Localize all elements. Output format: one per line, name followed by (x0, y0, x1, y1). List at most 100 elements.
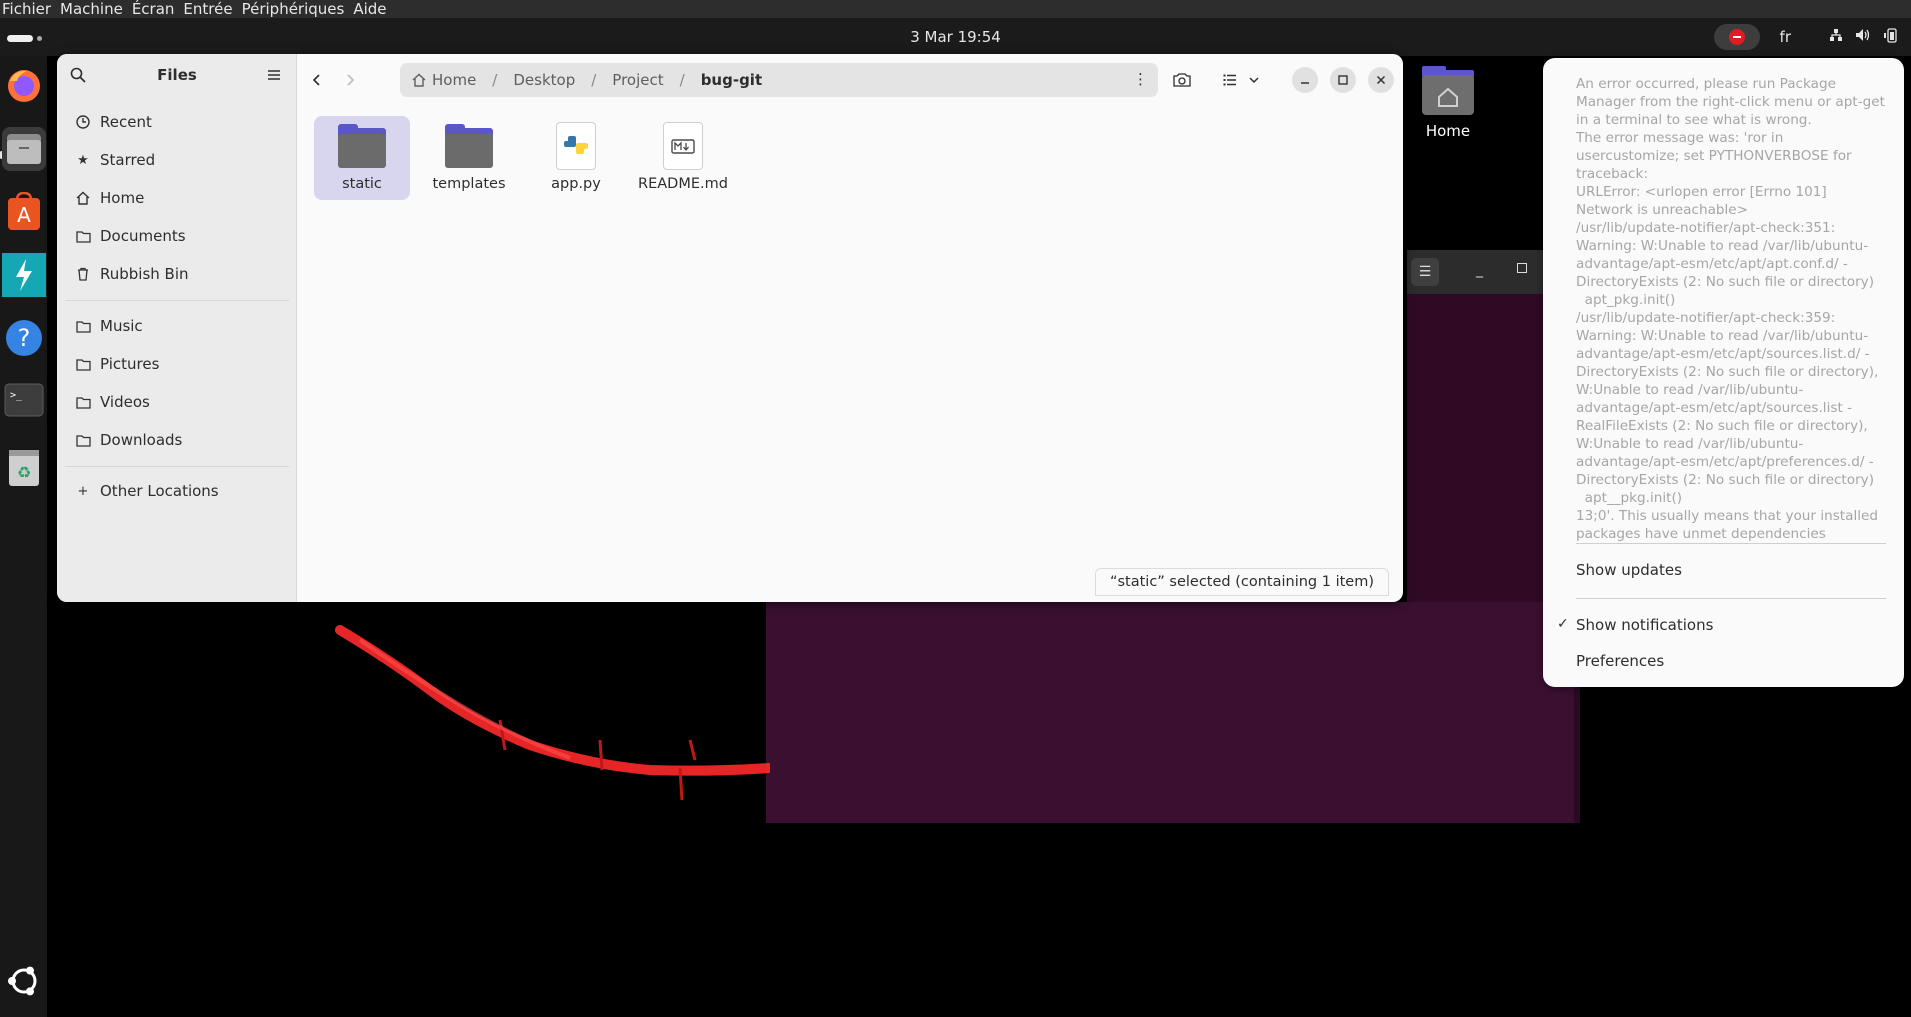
home-icon (75, 190, 91, 206)
file-item-readme-md[interactable]: README.md (635, 116, 731, 200)
folder-icon (75, 318, 91, 334)
files-window: Files Recent ★ Starred Home Documents Ru… (57, 54, 1403, 602)
file-item-label: templates (432, 176, 506, 192)
show-updates-menu-item[interactable]: Show updates (1576, 561, 1682, 579)
sidebar-item-other-locations[interactable]: + Other Locations (65, 473, 289, 509)
home-folder-icon (1420, 64, 1476, 116)
minimize-icon[interactable]: _ (1476, 262, 1483, 278)
maximize-button[interactable] (1330, 67, 1356, 93)
help-icon[interactable]: ? (2, 316, 46, 360)
app-center-icon[interactable]: A (2, 190, 46, 234)
sidebar-item-home[interactable]: Home (65, 180, 289, 216)
network-icon[interactable] (1829, 28, 1843, 46)
folder-icon (338, 124, 386, 168)
trash-icon (75, 266, 91, 282)
ubuntu-logo-icon[interactable] (2, 959, 46, 1003)
red-streak-image (335, 625, 770, 801)
sidebar-item-label: Pictures (100, 355, 160, 373)
sidebar-item-downloads[interactable]: Downloads (65, 422, 289, 458)
forward-button[interactable] (335, 65, 365, 95)
vm-menu-ecran[interactable]: Écran (130, 0, 182, 18)
vm-menu-peripheriques[interactable]: Périphériques (240, 0, 352, 18)
breadcrumb-project[interactable]: Project (612, 71, 663, 89)
preferences-menu-item[interactable]: Preferences (1576, 652, 1664, 670)
purple-background-panel (766, 602, 1580, 823)
sidebar-item-pictures[interactable]: Pictures (65, 346, 289, 382)
top-bar: 3 Mar 19:54 fr (0, 18, 1911, 56)
back-button[interactable] (302, 65, 332, 95)
update-notifier-menu: An error occurred, please run Package Ma… (1543, 58, 1904, 687)
check-icon: ✓ (1557, 616, 1569, 632)
dock: A ? >_ ♻ (0, 56, 47, 1017)
file-item-label: static (342, 176, 382, 192)
vm-menu-aide[interactable]: Aide (351, 0, 393, 18)
main-menu-icon[interactable] (259, 60, 289, 90)
files-sidebar: Files Recent ★ Starred Home Documents Ru… (57, 54, 297, 602)
breadcrumb-home[interactable]: Home (432, 71, 476, 89)
show-notifications-menu-item[interactable]: Show notifications (1576, 616, 1713, 634)
files-icon[interactable] (2, 127, 46, 171)
volume-icon[interactable] (1855, 28, 1871, 46)
desktop-home-label: Home (1425, 122, 1471, 140)
maximize-icon[interactable] (1517, 263, 1527, 273)
keyboard-layout-indicator[interactable]: fr (1780, 28, 1791, 46)
sidebar-item-starred[interactable]: ★ Starred (65, 142, 289, 178)
breadcrumb-separator: / (591, 71, 597, 89)
sidebar-item-documents[interactable]: Documents (65, 218, 289, 254)
breadcrumb-desktop[interactable]: Desktop (513, 71, 575, 89)
sidebar-item-label: Home (100, 189, 145, 207)
system-tray[interactable]: fr (1713, 18, 1911, 56)
menu-divider (1576, 598, 1886, 599)
breadcrumb-bug-git[interactable]: bug-git (701, 71, 762, 89)
more-options-icon[interactable]: ⋮ (1133, 70, 1148, 88)
sidebar-item-label: Videos (100, 393, 150, 411)
terminal-icon[interactable]: >_ (2, 378, 46, 422)
file-item-label: app.py (551, 176, 601, 192)
bolt-icon[interactable] (2, 253, 46, 297)
minimize-button[interactable] (1292, 67, 1318, 93)
breadcrumb: Home / Desktop / Project / bug-git ⋮ (400, 63, 1158, 97)
vm-menu-entree[interactable]: Entrée (181, 0, 239, 18)
view-options-chevron-down-icon[interactable] (1244, 65, 1264, 95)
trash-icon[interactable]: ♻ (2, 445, 46, 489)
sidebar-item-rubbish-bin[interactable]: Rubbish Bin (65, 256, 289, 292)
clock-icon (75, 114, 91, 130)
file-item-templates[interactable]: templates (421, 116, 517, 200)
desktop-home-icon[interactable]: Home (1412, 64, 1484, 140)
folder-icon (75, 228, 91, 244)
sidebar-item-recent[interactable]: Recent (65, 104, 289, 140)
do-not-disturb-icon (1728, 29, 1745, 45)
file-item-label: README.md (638, 176, 728, 192)
vm-menu-fichier[interactable]: Fichier (0, 0, 58, 18)
vm-menu-machine[interactable]: Machine (58, 0, 130, 18)
status-bar: “static” selected (containing 1 item) (1094, 568, 1389, 596)
menu-divider (1576, 543, 1886, 544)
folder-icon (75, 356, 91, 372)
python-file-icon (556, 122, 596, 170)
sidebar-item-videos[interactable]: Videos (65, 384, 289, 420)
svg-text:A: A (17, 203, 31, 227)
files-main-pane: Home / Desktop / Project / bug-git ⋮ sta… (297, 54, 1403, 602)
breadcrumb-separator: / (492, 71, 498, 89)
list-view-icon[interactable] (1215, 65, 1245, 95)
plus-icon: + (77, 483, 89, 499)
battery-icon[interactable] (1883, 27, 1899, 47)
sidebar-item-label: Other Locations (100, 482, 219, 500)
folder-icon (75, 432, 91, 448)
sidebar-item-label: Rubbish Bin (100, 265, 189, 283)
vm-menubar: Fichier Machine Écran Entrée Périphériqu… (0, 0, 1911, 18)
sidebar-item-music[interactable]: Music (65, 308, 289, 344)
sidebar-divider (65, 466, 289, 467)
file-item-static[interactable]: static (314, 116, 410, 200)
folder-icon (75, 394, 91, 410)
svg-text:>_: >_ (10, 390, 23, 401)
hamburger-menu-icon[interactable]: ☰ (1411, 258, 1439, 286)
markdown-file-icon (663, 122, 703, 170)
sidebar-item-label: Starred (100, 151, 156, 169)
close-button[interactable] (1368, 67, 1394, 93)
clock[interactable]: 3 Mar 19:54 (0, 18, 1911, 56)
file-item-app-py[interactable]: app.py (528, 116, 624, 200)
add-camera-icon[interactable] (1167, 65, 1197, 95)
do-not-disturb-indicator[interactable] (1713, 24, 1760, 50)
firefox-icon[interactable] (2, 64, 46, 108)
